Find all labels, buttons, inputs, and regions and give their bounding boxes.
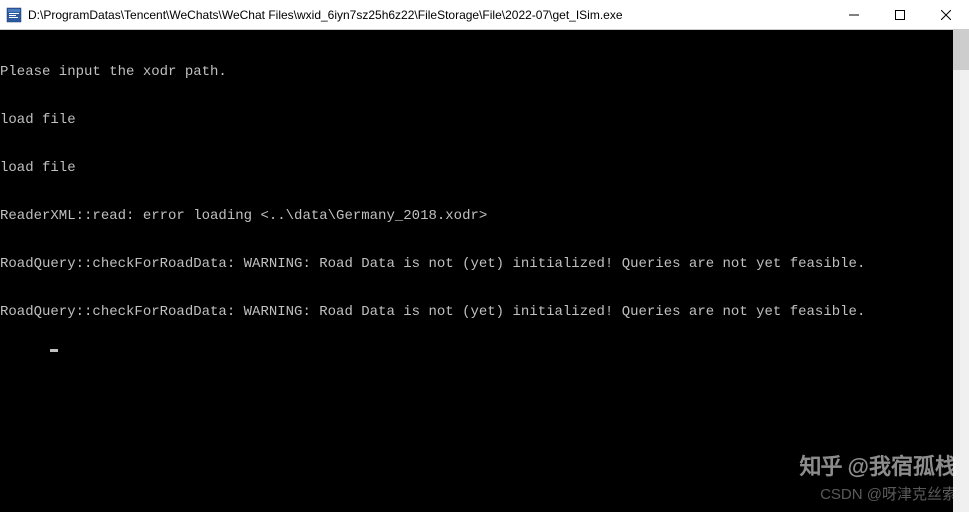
console-area: Please input the xodr path. load file lo… bbox=[0, 30, 969, 512]
console-line: load file bbox=[0, 112, 953, 128]
scroll-thumb[interactable] bbox=[953, 30, 969, 70]
text-cursor bbox=[50, 349, 58, 352]
console-line: RoadQuery::checkForRoadData: WARNING: Ro… bbox=[0, 304, 953, 320]
window-controls bbox=[831, 0, 969, 29]
vertical-scrollbar[interactable] bbox=[953, 30, 969, 512]
console-line: RoadQuery::checkForRoadData: WARNING: Ro… bbox=[0, 256, 953, 272]
app-icon bbox=[6, 7, 22, 23]
console-line: Please input the xodr path. bbox=[0, 64, 953, 80]
maximize-button[interactable] bbox=[877, 0, 923, 29]
titlebar[interactable]: D:\ProgramDatas\Tencent\WeChats\WeChat F… bbox=[0, 0, 969, 30]
console-output[interactable]: Please input the xodr path. load file lo… bbox=[0, 30, 953, 512]
console-window: D:\ProgramDatas\Tencent\WeChats\WeChat F… bbox=[0, 0, 969, 512]
console-line: load file bbox=[0, 160, 953, 176]
window-title: D:\ProgramDatas\Tencent\WeChats\WeChat F… bbox=[28, 8, 831, 22]
close-button[interactable] bbox=[923, 0, 969, 29]
minimize-button[interactable] bbox=[831, 0, 877, 29]
console-line: ReaderXML::read: error loading <..\data\… bbox=[0, 208, 953, 224]
